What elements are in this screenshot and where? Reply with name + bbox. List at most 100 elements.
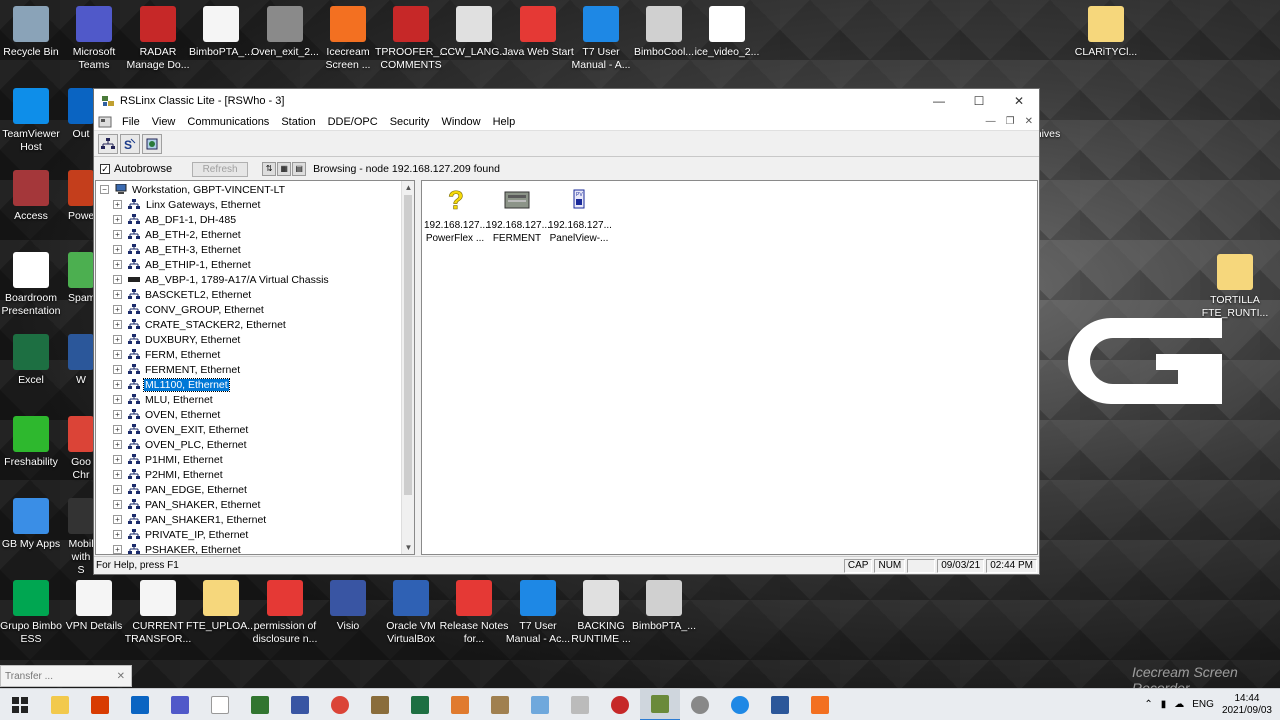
desktop-icon[interactable]: FTE_UPLOA...	[185, 580, 257, 633]
desktop-icon[interactable]: Mobil with S	[68, 498, 94, 577]
tree-item[interactable]: + PSHAKER, Ethernet	[100, 542, 400, 554]
menu-ddeopc[interactable]: DDE/OPC	[322, 116, 384, 128]
close-button[interactable]: ✕	[999, 89, 1039, 113]
expand-icon[interactable]: +	[113, 350, 122, 359]
tray-usb-icon[interactable]: ▮	[1161, 699, 1167, 710]
desktop-icon[interactable]: VPN Details	[58, 580, 130, 633]
taskbar-ladder-icon[interactable]	[360, 689, 400, 720]
tree-item[interactable]: + AB_DF1-1, DH-485	[100, 212, 400, 227]
expand-icon[interactable]: +	[113, 410, 122, 419]
expand-icon[interactable]: +	[113, 230, 122, 239]
mdi-close-button[interactable]: ✕	[1025, 116, 1033, 127]
desktop-icon[interactable]: Freshability	[0, 416, 67, 469]
expand-icon[interactable]: +	[113, 380, 122, 389]
tree-item[interactable]: + BASCKETL2, Ethernet	[100, 287, 400, 302]
taskbar-rslinx-icon[interactable]	[640, 688, 680, 720]
tree-item[interactable]: + AB_ETHIP-1, Ethernet	[100, 257, 400, 272]
taskbar-notepad-icon[interactable]	[200, 689, 240, 720]
taskbar-office-icon[interactable]	[80, 689, 120, 720]
device-item[interactable]: ? 192.168.127... PowerFlex ...	[424, 185, 488, 245]
taskbar-chrome-icon[interactable]	[320, 689, 360, 720]
taskbar-app-icon[interactable]	[600, 689, 640, 720]
desktop-icon[interactable]: Microsoft Teams	[58, 6, 130, 72]
tree-item[interactable]: + CRATE_STACKER2, Ethernet	[100, 317, 400, 332]
tray-lang[interactable]: ENG	[1192, 699, 1214, 710]
desktop-icon[interactable]: T7 User Manual - A...	[565, 6, 637, 72]
expand-icon[interactable]: +	[113, 455, 122, 464]
desktop-icon[interactable]: BimboPTA_...	[185, 6, 257, 59]
tree-item[interactable]: + ML1100, Ethernet	[100, 377, 400, 392]
desktop-icon[interactable]: CCW_LANG...	[438, 6, 510, 59]
desktop-icon[interactable]: TPROOFER_... COMMENTS	[375, 6, 448, 72]
up-level-icon[interactable]: ⇅	[262, 162, 277, 176]
expand-icon[interactable]: +	[113, 440, 122, 449]
device-item[interactable]: 192.168.127... FERMENT	[486, 185, 550, 245]
desktop-icon[interactable]: Access	[0, 170, 67, 223]
expand-icon[interactable]: +	[113, 320, 122, 329]
taskbar-settings-icon[interactable]	[680, 689, 720, 720]
taskbar-project-icon[interactable]	[240, 689, 280, 720]
expand-icon[interactable]: +	[113, 275, 122, 284]
desktop-icon[interactable]: Icecream Screen ...	[312, 6, 384, 72]
menu-help[interactable]: Help	[487, 116, 522, 128]
taskbar-outlook-icon[interactable]	[120, 689, 160, 720]
tray-clock[interactable]: 14:44 2021/09/03	[1222, 693, 1272, 717]
expand-icon[interactable]: +	[113, 425, 122, 434]
expand-icon[interactable]: +	[113, 365, 122, 374]
taskbar-excel-icon[interactable]	[400, 689, 440, 720]
expand-icon[interactable]: +	[113, 470, 122, 479]
taskbar-visio-icon[interactable]	[280, 689, 320, 720]
desktop-icon[interactable]: T7 User Manual - Ac...	[502, 580, 574, 646]
rswho-network-icon[interactable]	[98, 133, 118, 154]
minimized-transfer-window[interactable]: Transfer ... ✕	[0, 665, 132, 687]
expand-icon[interactable]: +	[113, 485, 122, 494]
mdi-minimize-button[interactable]: —	[986, 116, 996, 127]
taskbar-snip-icon[interactable]	[440, 689, 480, 720]
taskbar-teams-icon[interactable]	[160, 689, 200, 720]
desktop-icon[interactable]: Grupo Bimbo ESS	[0, 580, 67, 646]
expand-icon[interactable]: +	[113, 395, 122, 404]
tree-item[interactable]: + PRIVATE_IP, Ethernet	[100, 527, 400, 542]
tree-item[interactable]: + CONV_GROUP, Ethernet	[100, 302, 400, 317]
menu-window[interactable]: Window	[435, 116, 486, 128]
tray-chevron-icon[interactable]: ⌃	[1144, 699, 1152, 710]
device-item[interactable]: PV 192.168.127... PanelView-...	[548, 185, 612, 245]
tree-item[interactable]: + AB_ETH-3, Ethernet	[100, 242, 400, 257]
desktop-icon[interactable]: Out	[68, 88, 94, 141]
desktop-icon[interactable]: CURRENT TRANSFOR...	[122, 580, 194, 646]
taskbar-tool-icon[interactable]	[480, 689, 520, 720]
expand-icon[interactable]: +	[113, 335, 122, 344]
scroll-thumb[interactable]	[404, 195, 412, 495]
desktop-icon[interactable]: Release Notes for...	[438, 580, 510, 646]
desktop-icon[interactable]: permission of disclosure n...	[249, 580, 321, 646]
desktop-icon[interactable]: Oven_exit_2...	[249, 6, 321, 59]
menu-view[interactable]: View	[146, 116, 182, 128]
minimize-button[interactable]: —	[919, 89, 959, 113]
tree-item[interactable]: + P2HMI, Ethernet	[100, 467, 400, 482]
taskbar-file-explorer-icon[interactable]	[40, 689, 80, 720]
tree-item[interactable]: + PAN_SHAKER1, Ethernet	[100, 512, 400, 527]
expand-icon[interactable]: +	[113, 215, 122, 224]
menu-file[interactable]: File	[116, 116, 146, 128]
desktop-icon[interactable]: Goo Chr	[68, 416, 94, 482]
tray-cloud-icon[interactable]: ☁	[1174, 699, 1184, 710]
details-view-icon[interactable]: ▤	[292, 162, 307, 176]
desktop-icon[interactable]: RADAR Manage Do...	[122, 6, 194, 72]
desktop-icon[interactable]: Oracle VM VirtualBox	[375, 580, 447, 646]
trend-chart-icon[interactable]	[142, 133, 162, 154]
tree-item[interactable]: + PAN_SHAKER, Ethernet	[100, 497, 400, 512]
tree-item[interactable]: + OVEN_PLC, Ethernet	[100, 437, 400, 452]
tree-item[interactable]: + DUXBURY, Ethernet	[100, 332, 400, 347]
tree-item[interactable]: + FERMENT, Ethernet	[100, 362, 400, 377]
taskbar-edge-icon[interactable]	[720, 689, 760, 720]
desktop-icon[interactable]: BACKING RUNTIME ...	[565, 580, 637, 646]
taskbar-window-icon[interactable]	[560, 689, 600, 720]
desktop-icon[interactable]: Excel	[0, 334, 67, 387]
expand-icon[interactable]: +	[113, 500, 122, 509]
tree-item[interactable]: + AB_VBP-1, 1789-A17/A Virtual Chassis	[100, 272, 400, 287]
desktop-icon[interactable]: Powe	[68, 170, 94, 223]
start-button[interactable]	[0, 689, 40, 720]
desktop-icon[interactable]: CLARiTYCl...	[1070, 6, 1142, 59]
desktop-icon[interactable]: TeamViewer Host	[0, 88, 67, 154]
tree-scrollbar[interactable]: ▲ ▼	[401, 181, 414, 554]
